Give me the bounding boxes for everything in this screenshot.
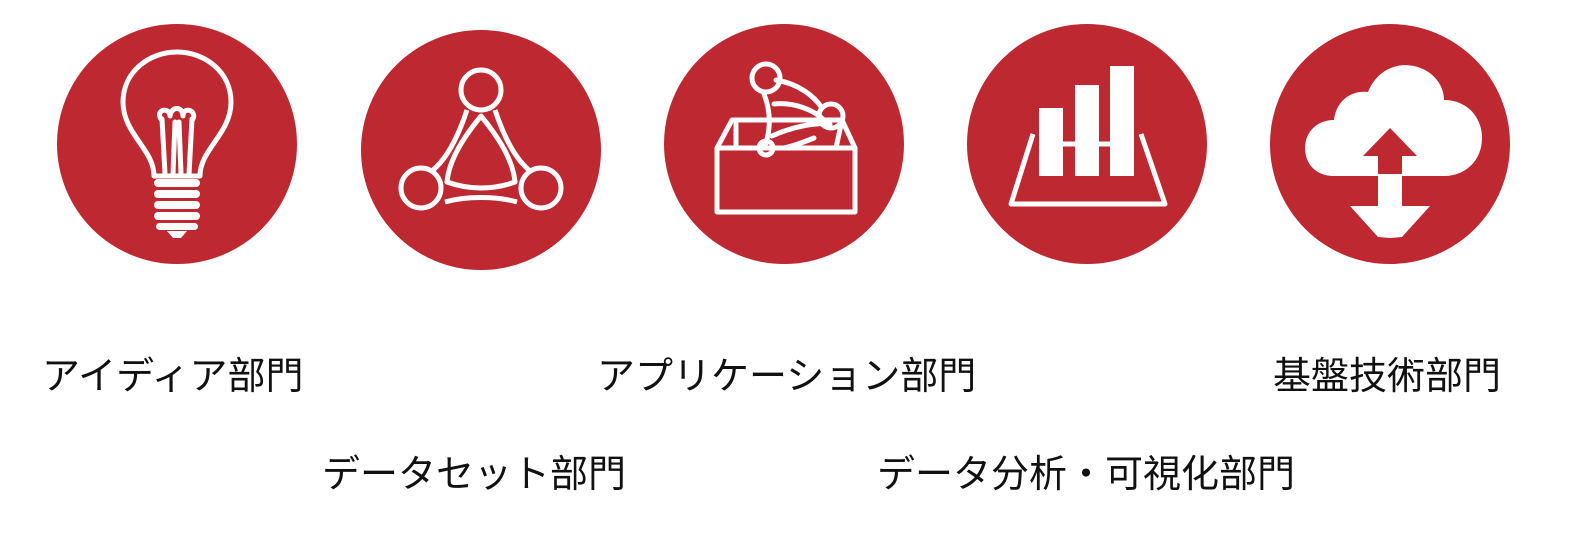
data-analysis-category-circle xyxy=(967,24,1207,264)
infrastructure-category-label: 基盤技術部門 xyxy=(1273,354,1502,398)
application-category-circle xyxy=(664,24,904,264)
bar-chart-icon xyxy=(967,24,1207,264)
dataset-category-label: データセット部門 xyxy=(322,452,627,496)
cloud-upload-download-icon xyxy=(1270,24,1510,264)
lightbulb-icon xyxy=(57,24,297,264)
dataset-network-icon xyxy=(361,30,601,270)
idea-category-circle xyxy=(57,24,297,264)
infrastructure-category-circle xyxy=(1270,24,1510,264)
application-box-icon xyxy=(664,24,904,264)
data-analysis-category-label: データ分析・可視化部門 xyxy=(877,452,1296,496)
application-category-label: アプリケーション部門 xyxy=(597,354,977,398)
dataset-category-circle xyxy=(361,30,601,270)
idea-category-label: アイディア部門 xyxy=(42,354,304,398)
